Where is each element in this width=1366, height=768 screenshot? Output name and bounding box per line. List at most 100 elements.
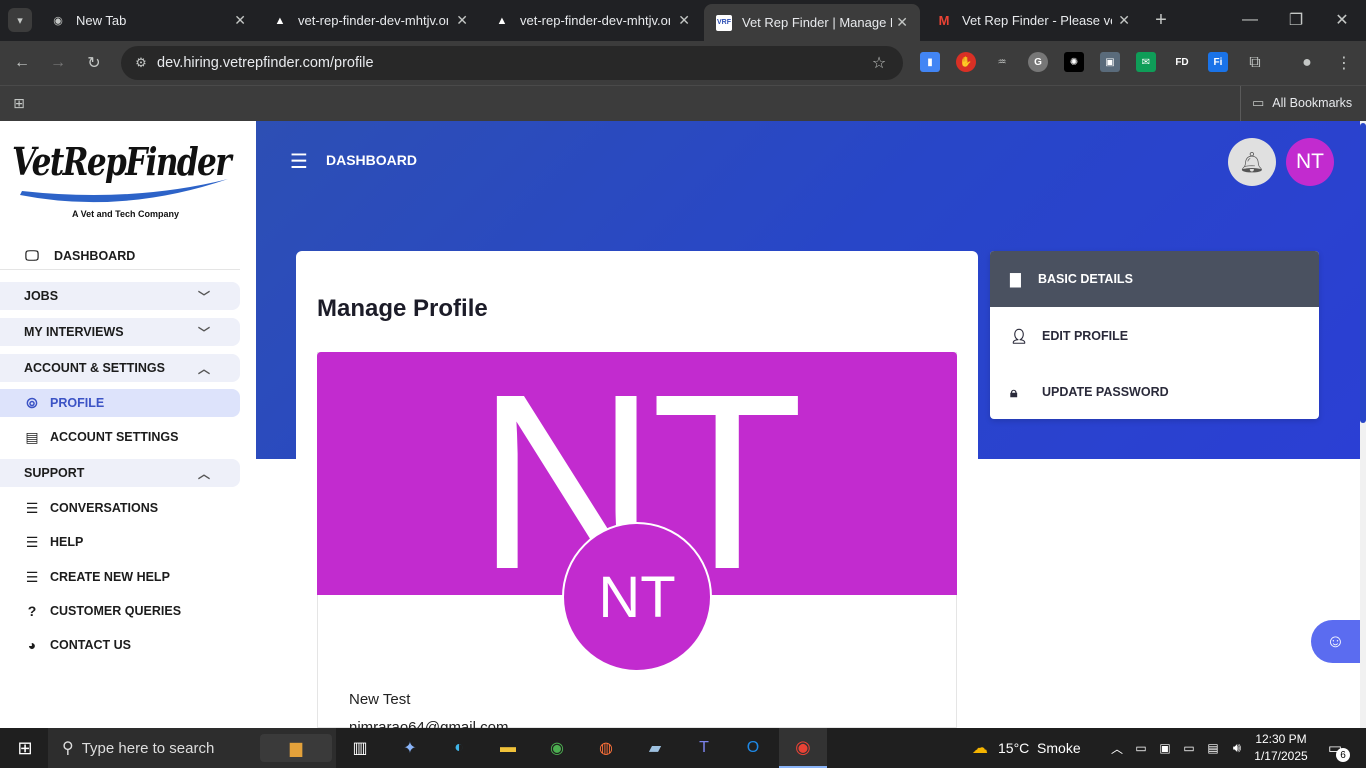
sidebar-item-create-new-help[interactable]: ☰ CREATE NEW HELP <box>0 563 240 591</box>
extension-fd-icon[interactable]: FD <box>1172 52 1192 72</box>
notification-count: 6 <box>1340 749 1346 761</box>
hamburger-menu-icon[interactable]: ☰ <box>290 152 308 172</box>
search-icon: ⚲ <box>62 740 74 757</box>
logo-brand: VetRepFinder <box>12 139 232 184</box>
copilot-icon[interactable]: ✦ <box>397 736 423 760</box>
windows-start-icon[interactable]: ⊞ <box>12 736 38 760</box>
taskbar-search[interactable]: ⚲ Type here to search ▆ <box>48 728 336 768</box>
sidebar-item-account-settings[interactable]: ▤ ACCOUNT SETTINGS <box>0 423 240 451</box>
clock-time: 12:30 PM <box>1255 732 1307 746</box>
extension-image-icon[interactable]: ▣ <box>1100 52 1120 72</box>
chevron-up-icon: ︿ <box>197 466 210 481</box>
firefox-icon[interactable]: ◍ <box>593 736 619 760</box>
sidebar-item-customer-queries[interactable]: ? CUSTOMER QUERIES <box>0 597 240 625</box>
back-icon[interactable]: ← <box>10 51 34 75</box>
sidebar-item-help[interactable]: ☰ HELP <box>0 528 240 556</box>
extension-chatgpt-icon[interactable]: ✺ <box>1064 52 1084 72</box>
tab-gmail[interactable]: M Vet Rep Finder - Please verif ✕ <box>924 0 1142 41</box>
chrome-menu-icon[interactable]: ⋮ <box>1332 51 1356 75</box>
clock[interactable]: 12:30 PM 1/17/2025 <box>1252 731 1310 765</box>
close-window-icon[interactable]: ✕ <box>1330 8 1354 32</box>
battery-icon[interactable]: ▭ <box>1176 736 1202 760</box>
apps-grid-icon[interactable]: ⊞ <box>7 91 31 115</box>
app-icon[interactable]: ▰ <box>642 736 668 760</box>
menu-basic-details[interactable]: ▇ BASIC DETAILS <box>990 251 1319 307</box>
sidebar-item-conversations[interactable]: ☰ CONVERSATIONS <box>0 494 240 522</box>
close-tab-icon[interactable]: ✕ <box>456 12 468 29</box>
list-icon: ☰ <box>25 568 39 585</box>
menu-update-password[interactable]: 🔒︎ UPDATE PASSWORD <box>990 364 1319 419</box>
page-scrollbar[interactable] <box>1360 121 1366 728</box>
chevron-down-icon: ﹀ <box>197 325 210 340</box>
sidebar-label: ACCOUNT & SETTINGS <box>24 361 165 375</box>
gmail-icon: M <box>938 13 950 28</box>
sidebar-label: JOBS <box>24 289 59 303</box>
logo[interactable]: VetRepFinder A Vet and Tech Company <box>12 137 232 227</box>
menu-label: UPDATE PASSWORD <box>1042 385 1169 399</box>
extension-wave-icon[interactable]: ♒ <box>992 52 1012 72</box>
page-title: Manage Profile <box>317 295 488 322</box>
notification-bell-button[interactable]: 🔔︎ <box>1228 138 1276 186</box>
address-bar[interactable]: ⚙ dev.hiring.vetrepfinder.com/profile ☆ <box>121 46 903 80</box>
bookmark-star-icon[interactable]: ☆ <box>867 51 891 75</box>
all-bookmarks-label: All Bookmarks <box>1272 96 1353 110</box>
minimize-icon[interactable]: — <box>1238 8 1262 32</box>
close-tab-icon[interactable]: ✕ <box>234 12 246 29</box>
tab-vercel-1[interactable]: ▲ vet-rep-finder-dev-mhtjv.on ✕ <box>260 0 480 41</box>
sidebar-item-profile[interactable]: ⦾ PROFILE <box>0 389 240 417</box>
profile-icon[interactable]: ● <box>1295 51 1319 75</box>
tray-display-icon[interactable]: ▣ <box>1152 736 1178 760</box>
extension-mail-icon[interactable]: ✉ <box>1136 52 1156 72</box>
extensions-puzzle-icon[interactable]: ⧉ <box>1243 51 1267 75</box>
avatar-initials: NT <box>1296 150 1324 173</box>
scrollbar-thumb[interactable] <box>1360 123 1366 423</box>
file-explorer-icon[interactable]: ▬ <box>495 736 521 760</box>
close-tab-icon[interactable]: ✕ <box>1118 12 1130 29</box>
sidebar-item-contact-us[interactable]: ◕ CONTACT US <box>0 631 240 659</box>
header-avatar[interactable]: NT <box>1286 138 1334 186</box>
extension-docs-icon[interactable]: ▮ <box>920 52 940 72</box>
new-tab-icon[interactable]: + <box>1149 8 1173 32</box>
volume-icon[interactable]: 🔊︎ <box>1224 736 1250 760</box>
sidebar-label: MY INTERVIEWS <box>24 325 124 339</box>
site-info-icon[interactable]: ⚙ <box>129 51 153 75</box>
close-tab-icon[interactable]: ✕ <box>678 12 690 29</box>
reload-icon[interactable]: ↻ <box>82 51 106 75</box>
network-icon[interactable]: ▤ <box>1200 736 1226 760</box>
sidebar-section-account-settings[interactable]: ACCOUNT & SETTINGS ︿ <box>0 354 240 382</box>
tab-new-tab[interactable]: ◉ New Tab ✕ <box>38 0 258 41</box>
task-view-icon[interactable]: ▥ <box>347 736 373 760</box>
clipboard-icon: ▤ <box>25 428 39 445</box>
weather-widget[interactable]: ☁ 15°C Smoke <box>972 728 1081 768</box>
tray-camera-icon[interactable]: ▭ <box>1128 736 1154 760</box>
menu-label: EDIT PROFILE <box>1042 329 1129 343</box>
folder-icon: ▭ <box>1252 95 1265 110</box>
tab-manage-profile[interactable]: VRF Vet Rep Finder | Manage Pro ✕ <box>704 4 920 41</box>
tab-vercel-2[interactable]: ▲ vet-rep-finder-dev-mhtjv.on ✕ <box>482 0 702 41</box>
chatbot-button[interactable]: ☺ <box>1311 620 1360 663</box>
menu-edit-profile[interactable]: 👤︎ EDIT PROFILE <box>990 308 1319 364</box>
sidebar-section-support[interactable]: SUPPORT ︿ <box>0 459 240 487</box>
page-header-title: DASHBOARD <box>326 152 417 168</box>
extension-fi-icon[interactable]: Fi <box>1208 52 1228 72</box>
chrome-taskbar-icon[interactable]: ◉ <box>544 736 570 760</box>
sidebar-label: CREATE NEW HELP <box>50 570 170 584</box>
profile-avatar[interactable]: NT <box>562 522 712 672</box>
close-tab-icon[interactable]: ✕ <box>896 14 908 31</box>
outlook-icon[interactable]: O <box>740 736 766 760</box>
forward-icon[interactable]: → <box>46 51 70 75</box>
extension-grammarly-icon[interactable]: G <box>1028 52 1048 72</box>
restore-icon[interactable]: ❐ <box>1284 8 1308 32</box>
tab-search-icon[interactable]: ▾ <box>8 8 32 32</box>
teams-icon[interactable]: T <box>691 736 717 760</box>
sidebar-section-jobs[interactable]: JOBS ﹀ <box>0 282 240 310</box>
extension-hand-icon[interactable]: ✋ <box>956 52 976 72</box>
all-bookmarks-button[interactable]: ▭ All Bookmarks <box>1252 95 1352 111</box>
chrome-active-app[interactable]: ◉ <box>779 728 827 768</box>
list-icon: ☰ <box>25 533 39 550</box>
tab-title: vet-rep-finder-dev-mhtjv.on <box>520 13 670 28</box>
edge-icon[interactable]: ◐ <box>446 736 472 760</box>
sidebar-section-my-interviews[interactable]: MY INTERVIEWS ﹀ <box>0 318 240 346</box>
tray-chevron-up-icon[interactable]: ︿ <box>1104 736 1130 760</box>
sidebar-item-dashboard[interactable]: 🖵 DASHBOARD <box>0 242 240 270</box>
